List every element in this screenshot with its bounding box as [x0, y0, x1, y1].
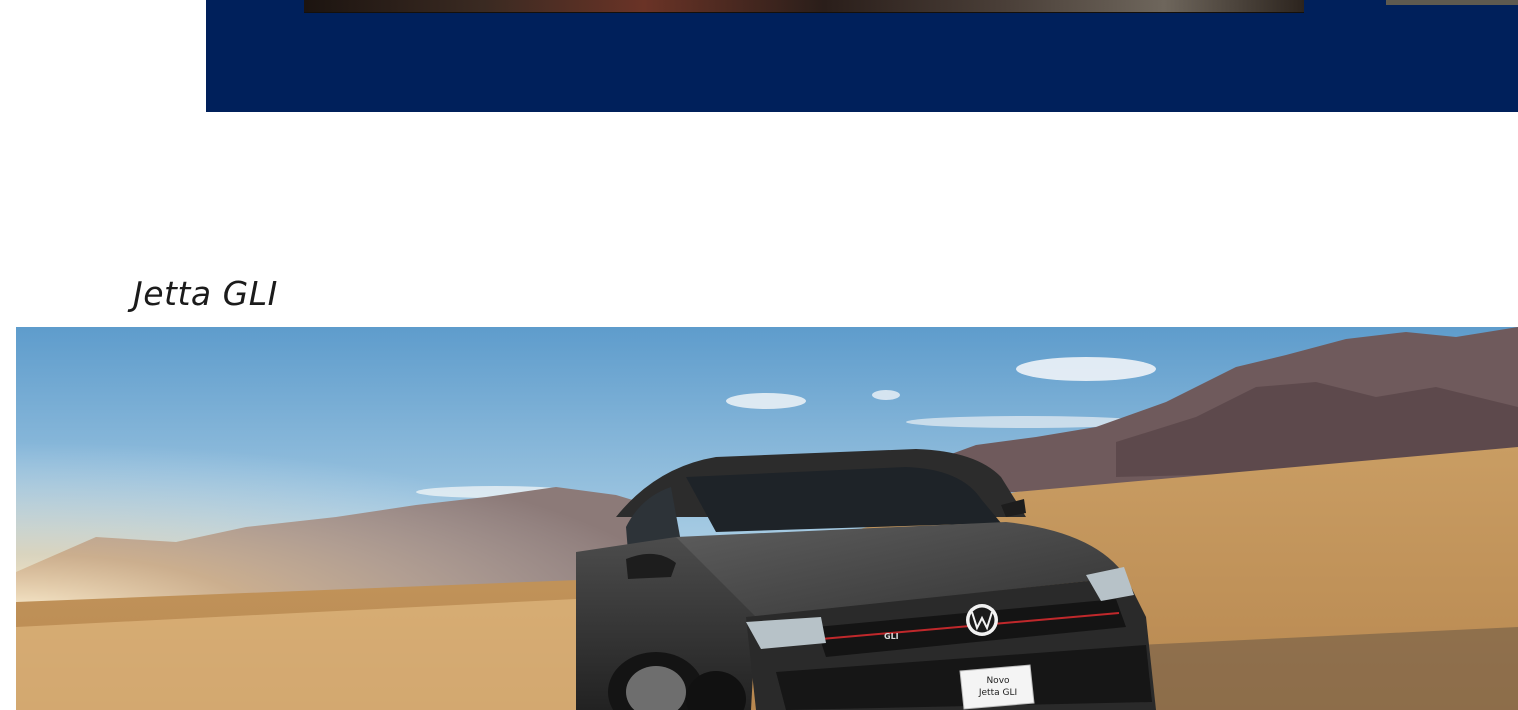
hero-banner: [206, 0, 1518, 112]
vw-logo-icon: [966, 604, 998, 636]
hero-thumbnail[interactable]: [1386, 0, 1518, 5]
license-plate: Novo Jetta GLI: [959, 664, 1035, 710]
hero-image: [304, 0, 1304, 13]
plate-line1: Novo: [986, 676, 1010, 686]
page: Jetta GLI GLI Novo Jetta GLI: [0, 0, 1518, 710]
car-image: GLI Novo Jetta GLI: [16, 327, 1518, 710]
section-title: Jetta GLI: [133, 274, 278, 313]
plate-line2: Jetta GLI: [978, 688, 1017, 698]
grille-badge: GLI: [884, 632, 899, 641]
